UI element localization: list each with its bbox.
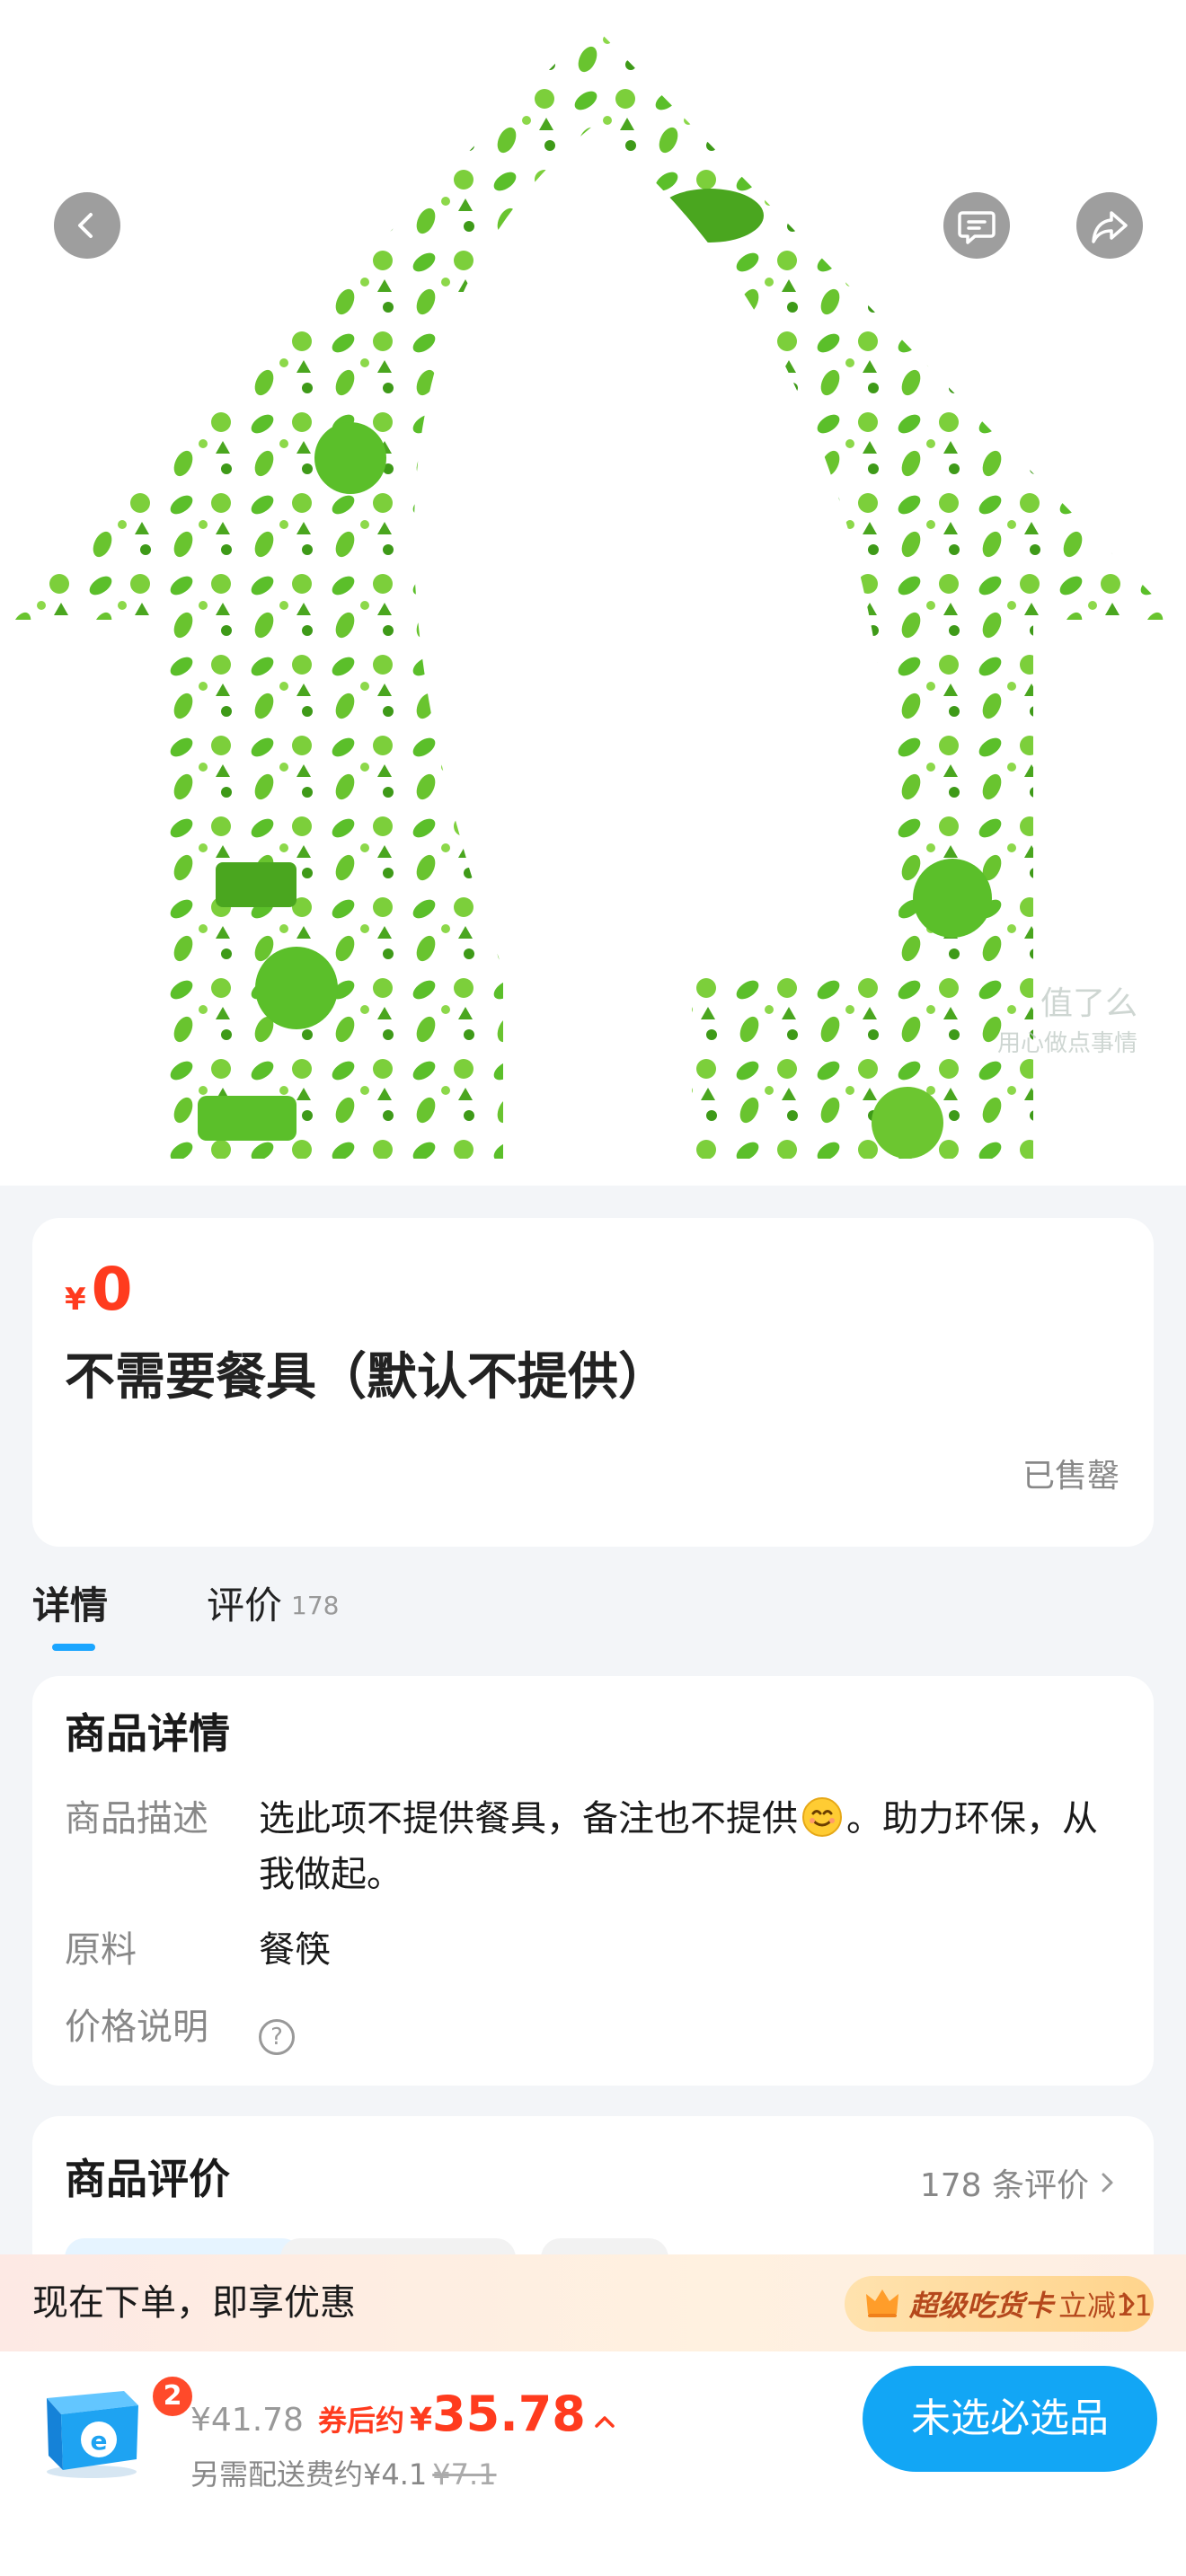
image-watermark: 值了么 用心做点事情 <box>997 984 1137 1063</box>
reviews-more-link[interactable]: 178 条评价 <box>920 2159 1120 2206</box>
detail-row-price-note: 价格说明 ? <box>65 1999 1103 2055</box>
crown-icon <box>866 2289 898 2317</box>
cart-box-icon: e <box>47 2391 138 2478</box>
final-currency: ¥ <box>409 2402 433 2439</box>
delivery-fee: 另需配送费约¥4.1 <box>190 2457 428 2492</box>
share-button[interactable] <box>1076 192 1143 259</box>
description-label: 商品描述 <box>65 1798 208 1839</box>
chat-bubble-icon <box>958 211 996 244</box>
back-button[interactable] <box>54 192 120 259</box>
chevron-up-icon <box>595 2416 615 2428</box>
description-text-1: 选此项不提供餐具，备注也不提供 <box>259 1798 798 1839</box>
detail-row-description: 商品描述 选此项不提供餐具，备注也不提供 。助力环保，从我做起。 <box>65 1791 1103 1902</box>
product-details-card: 商品详情 商品描述 选此项不提供餐具，备注也不提供 。助力环保，从我做起。 原料 … <box>32 1676 1154 2086</box>
checkout-bar: e 2 ¥41.78 券后约 ¥ 35.78 另需配送费约¥4.1 ¥7.1 未选… <box>0 2351 1186 2576</box>
ingredients-value: 餐筷 <box>259 1929 331 1971</box>
description-value: 选此项不提供餐具，备注也不提供 。助力环保，从我做起。 <box>259 1791 1103 1902</box>
smile-emoji-icon <box>802 1797 842 1837</box>
promo-text: 现在下单，即享优惠 <box>32 2282 356 2324</box>
tab-reviews-count: 178 <box>291 1591 340 1620</box>
cart-button[interactable]: e 2 <box>34 2366 196 2483</box>
tab-reviews[interactable]: 评价 178 <box>207 1581 339 1631</box>
coupon-label: 券后约 <box>317 2404 404 2438</box>
details-title: 商品详情 <box>65 1709 230 1758</box>
detail-tabs: 详情 评价 178 <box>32 1581 438 1653</box>
reviews-title: 商品评价 <box>65 2155 230 2203</box>
product-hero-image: 值了么 用心做点事情 <box>0 0 1186 1186</box>
total-price-line[interactable]: ¥41.78 券后约 ¥ 35.78 <box>190 2386 616 2442</box>
tab-details-label: 详情 <box>32 1584 109 1628</box>
tab-reviews-label: 评价 <box>207 1584 283 1628</box>
product-info-card: ¥ 0 不需要餐具（默认不提供） 已售罄 <box>32 1218 1154 1547</box>
chevron-right-icon <box>1122 2292 1135 2316</box>
ingredients-label: 原料 <box>65 1929 137 1971</box>
promo-banner: 现在下单，即享优惠 超级吃货卡 立减11 <box>0 2254 1186 2351</box>
watermark-line-2: 用心做点事情 <box>997 1030 1138 1057</box>
watermark-line-1: 值了么 <box>1040 985 1138 1022</box>
vip-brand: 超级吃货卡 <box>909 2289 1054 2323</box>
cart-count-badge: 2 <box>149 2373 196 2420</box>
svg-text:e: e <box>91 2426 108 2456</box>
tab-active-indicator <box>52 1644 95 1651</box>
price-note-label: 价格说明 <box>65 2007 208 2048</box>
original-price: ¥41.78 <box>190 2402 304 2439</box>
detail-row-ingredients: 原料 餐筷 <box>65 1922 1103 1978</box>
tab-details[interactable]: 详情 <box>32 1581 109 1651</box>
chevron-left-icon <box>78 213 93 238</box>
final-price: 35.78 <box>432 2386 586 2442</box>
super-foodie-card-pill[interactable]: 超级吃货卡 立减11 <box>845 2276 1154 2332</box>
chevron-right-icon <box>1102 2173 1113 2192</box>
product-name: 不需要餐具（默认不提供） <box>65 1348 668 1407</box>
sold-out-label: 已售罄 <box>1022 1458 1120 1495</box>
product-price: ¥ 0 <box>65 1254 133 1326</box>
reviews-count-text: 178 条评价 <box>919 2167 1089 2204</box>
share-arrow-icon <box>1092 211 1128 243</box>
delivery-fee-line: 另需配送费约¥4.1 ¥7.1 <box>190 2452 497 2493</box>
delivery-fee-original: ¥7.1 <box>432 2457 497 2492</box>
price-value: 0 <box>91 1255 133 1324</box>
price-currency: ¥ <box>65 1282 86 1318</box>
help-circle-icon[interactable]: ? <box>259 2019 295 2055</box>
select-required-items-button[interactable]: 未选必选品 <box>863 2366 1157 2472</box>
chat-button[interactable] <box>943 192 1010 259</box>
